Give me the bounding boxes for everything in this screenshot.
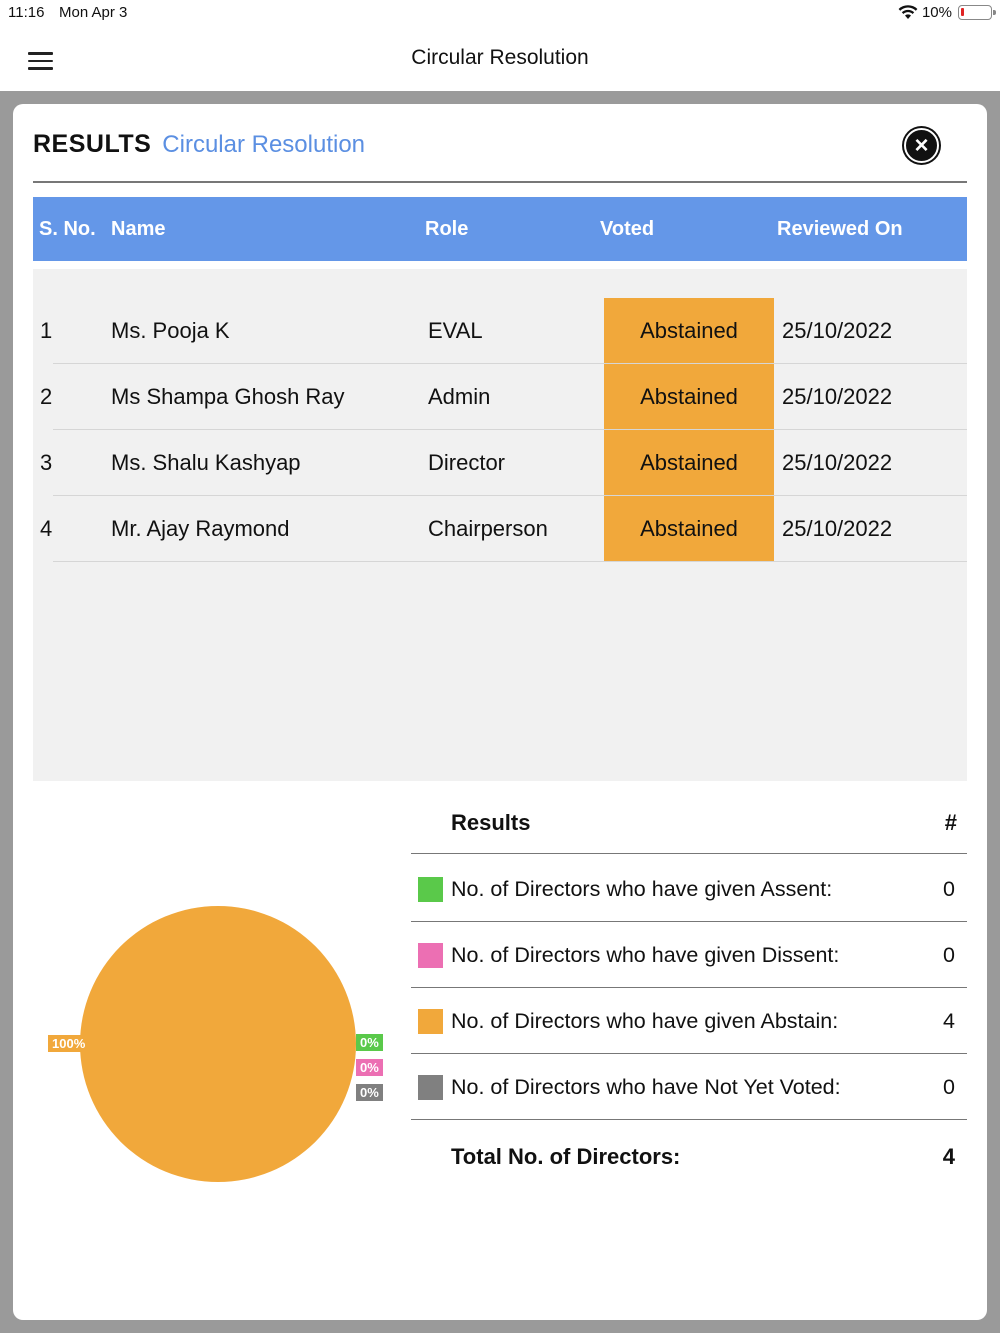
battery-level xyxy=(961,8,964,16)
results-row-not-voted: No. of Directors who have Not Yet Voted:… xyxy=(411,1054,967,1120)
row-vote-badge: Abstained xyxy=(604,364,774,430)
table-body: 1 Ms. Pooja K EVAL Abstained 25/10/2022 … xyxy=(33,269,967,781)
pie-label-assent: 0% xyxy=(356,1034,383,1051)
dissent-swatch xyxy=(418,943,443,968)
header-role: Role xyxy=(425,218,469,240)
results-row-label: No. of Directors who have given Assent: xyxy=(451,877,833,901)
row-name: Ms. Shalu Kashyap xyxy=(111,450,301,475)
row-sno: 1 xyxy=(40,318,53,343)
row-name: Mr. Ajay Raymond xyxy=(111,516,290,541)
results-row-count: 0 xyxy=(943,943,955,967)
row-name: Ms. Pooja K xyxy=(111,318,230,343)
nav-bar: Circular Resolution xyxy=(0,28,1000,91)
battery-icon xyxy=(958,5,996,20)
results-total-row: Total No. of Directors: 4 xyxy=(411,1122,967,1188)
results-row-count: 0 xyxy=(943,1075,955,1099)
results-row-dissent: No. of Directors who have given Dissent:… xyxy=(411,922,967,988)
results-row-assent: No. of Directors who have given Assent: … xyxy=(411,856,967,922)
results-row-count: 0 xyxy=(943,877,955,901)
results-row-label: No. of Directors who have given Abstain: xyxy=(451,1009,839,1033)
results-header-label: Results xyxy=(451,810,531,835)
modal-title-sub: Circular Resolution xyxy=(162,131,366,158)
results-row-label: No. of Directors who have given Dissent: xyxy=(451,943,840,967)
table-row[interactable]: 3 Ms. Shalu Kashyap Director Abstained 2… xyxy=(33,430,967,496)
table-row[interactable]: 1 Ms. Pooja K EVAL Abstained 25/10/2022 xyxy=(33,298,967,364)
abstain-swatch xyxy=(418,1009,443,1034)
wifi-icon xyxy=(898,5,918,19)
row-divider xyxy=(53,561,967,562)
table-row[interactable]: 2 Ms Shampa Ghosh Ray Admin Abstained 25… xyxy=(33,364,967,430)
row-role: Admin xyxy=(428,384,491,409)
results-pie-chart: 0% 0% 100% 0% xyxy=(33,874,413,1204)
results-header-count: # xyxy=(944,810,957,835)
pie-label-dissent: 0% xyxy=(356,1059,383,1076)
assent-swatch xyxy=(418,877,443,902)
row-sno: 3 xyxy=(40,450,53,475)
header-sno: S. No. xyxy=(39,218,96,240)
row-name: Ms Shampa Ghosh Ray xyxy=(111,384,345,409)
pie-slice-abstain xyxy=(80,906,356,1182)
row-reviewed-on: 25/10/2022 xyxy=(782,450,893,475)
header-voted: Voted xyxy=(600,218,655,240)
status-time: 11:16 xyxy=(8,4,45,21)
results-row-label: No. of Directors who have Not Yet Voted: xyxy=(451,1075,841,1099)
results-row-abstain: No. of Directors who have given Abstain:… xyxy=(411,988,967,1054)
row-vote-badge: Abstained xyxy=(604,430,774,496)
row-role: EVAL xyxy=(428,318,483,343)
row-reviewed-on: 25/10/2022 xyxy=(782,516,893,541)
status-right: 10% xyxy=(898,4,996,21)
status-bar: 11:16 Mon Apr 3 10% xyxy=(0,0,1000,28)
row-vote-badge: Abstained xyxy=(604,496,774,562)
pie-label-abstain: 100% xyxy=(48,1035,90,1052)
total-label: Total No. of Directors: xyxy=(451,1144,681,1169)
status-date: Mon Apr 3 xyxy=(59,4,128,21)
table-header: S. No. Name Role Voted Reviewed On xyxy=(33,197,967,261)
battery-percent: 10% xyxy=(921,4,952,21)
results-header: Results # xyxy=(411,794,967,854)
table-row[interactable]: 4 Mr. Ajay Raymond Chairperson Abstained… xyxy=(33,496,967,562)
modal-title-bold: RESULTS xyxy=(33,130,152,158)
total-count: 4 xyxy=(942,1144,955,1169)
row-sno: 2 xyxy=(40,384,53,409)
row-role: Director xyxy=(428,450,506,475)
row-sno: 4 xyxy=(40,516,53,541)
row-vote-badge: Abstained xyxy=(604,298,774,364)
results-modal: RESULTS Circular Resolution × S. No. Nam… xyxy=(13,104,987,1320)
modal-title: RESULTS Circular Resolution xyxy=(33,130,365,159)
header-reviewed-on: Reviewed On xyxy=(777,218,903,240)
row-role: Chairperson xyxy=(428,516,548,541)
pie-label-not-yet-voted: 0% xyxy=(356,1084,383,1101)
divider xyxy=(33,181,967,183)
header-name: Name xyxy=(111,218,166,240)
results-row-count: 4 xyxy=(943,1009,955,1033)
nav-title: Circular Resolution xyxy=(411,46,589,69)
row-reviewed-on: 25/10/2022 xyxy=(782,384,893,409)
not-voted-swatch xyxy=(418,1075,443,1100)
row-reviewed-on: 25/10/2022 xyxy=(782,318,893,343)
close-icon[interactable]: × xyxy=(904,128,939,163)
